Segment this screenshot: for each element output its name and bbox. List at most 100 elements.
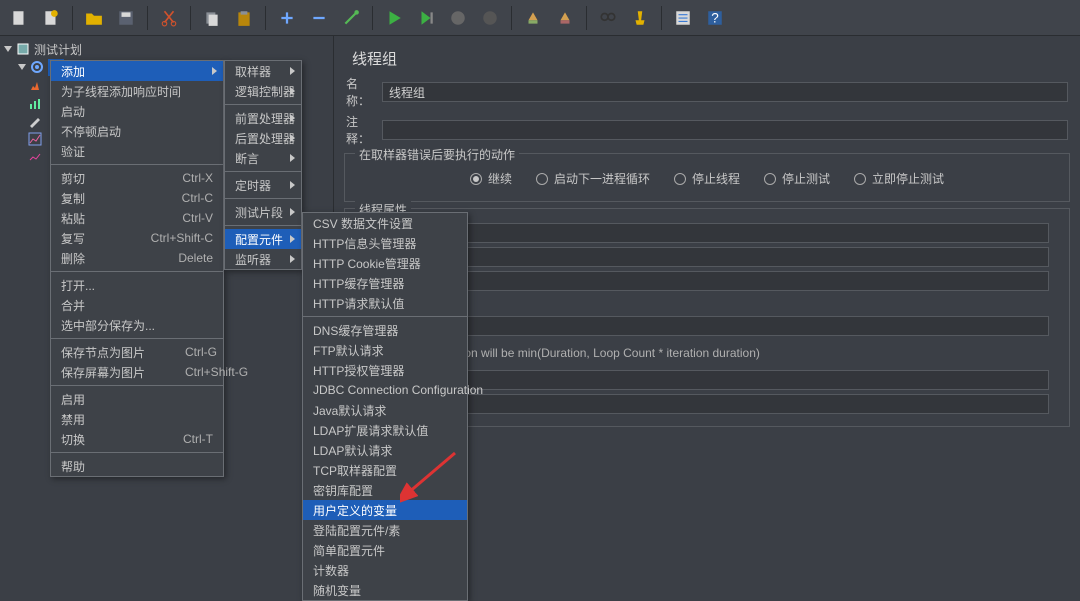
menu-separator	[225, 171, 301, 172]
toolbar-sep	[372, 6, 373, 30]
toolbar-copy[interactable]	[197, 4, 227, 32]
menu-item[interactable]: CSV 数据文件设置	[303, 213, 467, 233]
menu-item[interactable]: 验证	[51, 141, 223, 161]
toolbar-sep	[586, 6, 587, 30]
menu-item[interactable]: 密钥库配置	[303, 480, 467, 500]
radio-stoptest[interactable]: 停止测试	[764, 170, 830, 187]
toolbar-list[interactable]	[668, 4, 698, 32]
menu-item[interactable]: 断言	[225, 148, 301, 168]
menu-item[interactable]: 监听器	[225, 249, 301, 269]
toolbar-sep	[511, 6, 512, 30]
error-action-group: 在取样器错误后要执行的动作 继续 启动下一进程循环 停止线程 停止测试 立即停止…	[344, 153, 1070, 202]
toolbar-cut[interactable]	[154, 4, 184, 32]
menu-item[interactable]: 合并	[51, 295, 223, 315]
menu-item[interactable]: 切换Ctrl-T	[51, 429, 223, 449]
toolbar-clean[interactable]	[550, 4, 580, 32]
menu-item[interactable]: 定时器	[225, 175, 301, 195]
menu-item[interactable]: 随机变量	[303, 580, 467, 600]
radio-stoptestnow[interactable]: 立即停止测试	[854, 170, 944, 187]
menu-item[interactable]: 启用	[51, 389, 223, 409]
group-title: 在取样器错误后要执行的动作	[355, 146, 519, 163]
menu-item[interactable]: 配置元件	[225, 229, 301, 249]
svg-text:?: ?	[711, 10, 719, 25]
menu-item[interactable]: JDBC Connection Configuration	[303, 380, 467, 400]
menu-item[interactable]: 复制Ctrl-C	[51, 188, 223, 208]
menu-item[interactable]: 前置处理器	[225, 108, 301, 128]
toolbar-wand[interactable]	[336, 4, 366, 32]
menu-item[interactable]: 测试片段	[225, 202, 301, 222]
menu-item[interactable]: 粘贴Ctrl-V	[51, 208, 223, 228]
spark-icon	[28, 150, 42, 164]
radio-stopthread[interactable]: 停止线程	[674, 170, 740, 187]
menu-item[interactable]: LDAP扩展请求默认值	[303, 420, 467, 440]
menu-item[interactable]: 逻辑控制器	[225, 81, 301, 101]
radio-continue[interactable]: 继续	[470, 170, 512, 187]
toolbar-clean-run[interactable]	[518, 4, 548, 32]
menu-item[interactable]: 后置处理器	[225, 128, 301, 148]
menu-item[interactable]: HTTP信息头管理器	[303, 233, 467, 253]
toolbar-find[interactable]	[593, 4, 623, 32]
chart-icon	[28, 96, 42, 110]
toolbar-plus[interactable]	[272, 4, 302, 32]
toolbar-help[interactable]: ?	[700, 4, 730, 32]
toolbar-minus[interactable]	[304, 4, 334, 32]
config-element-submenu: CSV 数据文件设置HTTP信息头管理器HTTP Cookie管理器HTTP缓存…	[302, 212, 468, 601]
menu-separator	[51, 164, 223, 165]
duration-hint: or Forever, duration will be min(Duratio…	[373, 346, 1041, 360]
toolbar-sep	[72, 6, 73, 30]
menu-separator	[303, 316, 467, 317]
sampler-icon	[28, 78, 42, 92]
toolbar-glass[interactable]	[625, 4, 655, 32]
menu-item[interactable]: HTTP Cookie管理器	[303, 253, 467, 273]
menu-item[interactable]: 打开...	[51, 275, 223, 295]
toolbar-paste[interactable]	[229, 4, 259, 32]
menu-item[interactable]: HTTP请求默认值	[303, 293, 467, 313]
menu-item[interactable]: HTTP授权管理器	[303, 360, 467, 380]
toolbar-new-file[interactable]	[4, 4, 34, 32]
menu-item[interactable]: 删除Delete	[51, 248, 223, 268]
menu-item[interactable]: 取样器	[225, 61, 301, 81]
menu-item[interactable]: Java默认请求	[303, 400, 467, 420]
toolbar-open[interactable]	[79, 4, 109, 32]
testplan-icon	[16, 42, 30, 56]
tree-twisty-icon	[4, 46, 12, 52]
toolbar-run-step[interactable]	[411, 4, 441, 32]
menu-item[interactable]: LDAP默认请求	[303, 440, 467, 460]
menu-item[interactable]: FTP默认请求	[303, 340, 467, 360]
add-submenu: 取样器逻辑控制器前置处理器后置处理器断言定时器测试片段配置元件监听器	[224, 60, 302, 270]
comment-input[interactable]	[382, 120, 1068, 140]
pen-icon	[28, 114, 42, 128]
toolbar-stop[interactable]	[475, 4, 505, 32]
menu-item[interactable]: 保存节点为图片Ctrl-G	[51, 342, 223, 362]
menu-item[interactable]: 简单配置元件	[303, 540, 467, 560]
name-input[interactable]	[382, 82, 1068, 102]
toolbar-sep	[147, 6, 148, 30]
menu-item[interactable]: 保存屏幕为图片Ctrl+Shift-G	[51, 362, 223, 382]
menu-item[interactable]: 禁用	[51, 409, 223, 429]
toolbar-save[interactable]	[111, 4, 141, 32]
menu-item[interactable]: HTTP缓存管理器	[303, 273, 467, 293]
menu-item[interactable]: 登陆配置元件/素	[303, 520, 467, 540]
menu-item[interactable]: 复写Ctrl+Shift-C	[51, 228, 223, 248]
toolbar-run[interactable]	[379, 4, 409, 32]
tree-root-label: 测试计划	[34, 41, 82, 58]
radio-nextloop[interactable]: 启动下一进程循环	[536, 170, 650, 187]
threads-input[interactable]	[421, 223, 1049, 243]
menu-item[interactable]: 计数器	[303, 560, 467, 580]
menu-item[interactable]: 用户定义的变量	[303, 500, 467, 520]
menu-separator	[51, 338, 223, 339]
menu-separator	[225, 198, 301, 199]
menu-item[interactable]: 为子线程添加响应时间	[51, 81, 223, 101]
toolbar-stop-run[interactable]	[443, 4, 473, 32]
menu-item[interactable]: DNS缓存管理器	[303, 320, 467, 340]
menu-item[interactable]: 启动	[51, 101, 223, 121]
menu-item[interactable]: 不停顿启动	[51, 121, 223, 141]
menu-item[interactable]: 帮助	[51, 456, 223, 476]
toolbar-wizard[interactable]	[36, 4, 66, 32]
menu-item[interactable]: 添加	[51, 61, 223, 81]
menu-item[interactable]: 剪切Ctrl-X	[51, 168, 223, 188]
menu-item[interactable]: 选中部分保存为...	[51, 315, 223, 335]
menu-item[interactable]: TCP取样器配置	[303, 460, 467, 480]
menu-separator	[51, 452, 223, 453]
tree-root[interactable]: 测试计划	[0, 40, 333, 58]
